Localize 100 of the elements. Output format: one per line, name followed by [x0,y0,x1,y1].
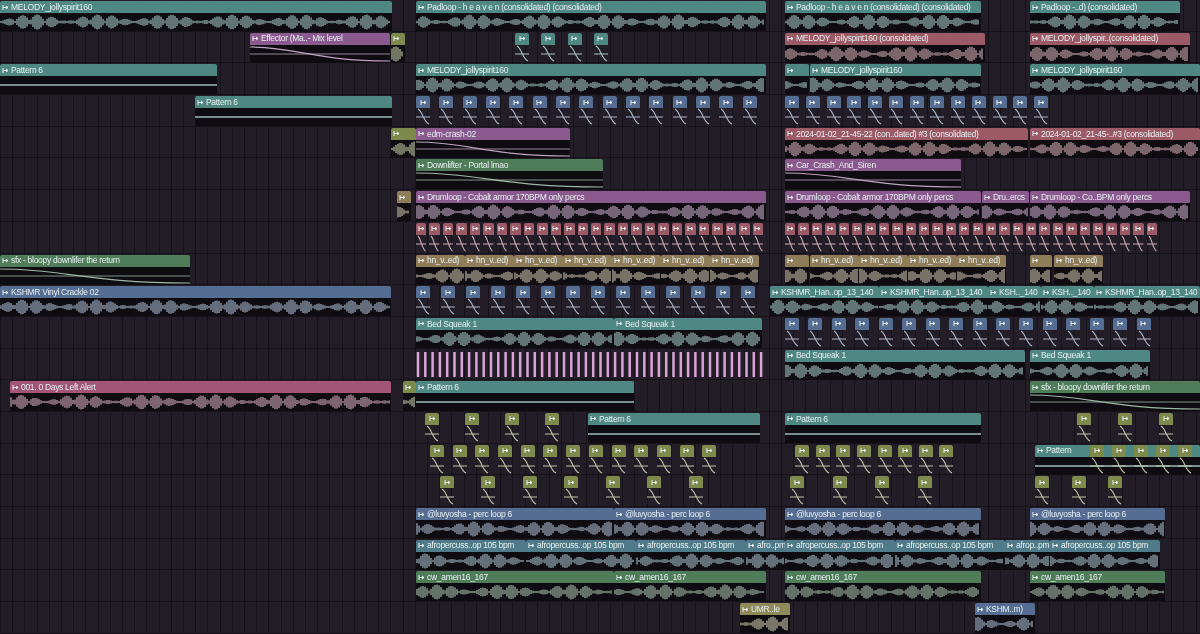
clip-label: afropercuss..op 105 bpm [796,541,884,550]
clip-header[interactable]: hn_v..ed) [710,254,759,267]
clip-header[interactable]: @luvyosha - perc loop 6 [785,508,981,520]
clip-header[interactable]: Bed Squeak 1 [785,349,1025,362]
clip-label: afropercuss..op 105 bpm [427,541,515,550]
clip-label: afropercuss..op 105 bpm [1061,541,1149,550]
clip-header[interactable]: Drumloop - Co..BPM only percs [1030,191,1190,204]
clip-header[interactable]: afropercuss..op 105 bpm [636,539,746,552]
clip-label: KSHMR_Han..op_13_140 [781,287,874,297]
clip-header[interactable]: MELODY_jollyspir..(consolidated) [1030,32,1190,45]
clip-header[interactable]: afropercuss..op 105 bpm [416,539,526,552]
clip-header[interactable]: 001. 0 Days Left Alert [10,381,391,394]
clip-header[interactable]: Padloop - h e a v e n (consolidated) (consolidated) [416,1,766,13]
clip-header[interactable]: hn_v..ed) [416,254,465,267]
clip-header[interactable]: Effector (Ma..- Mix level [250,32,390,45]
clip-header[interactable]: Bed Squeak 1 [614,317,762,330]
clip-label: Bed Squeak 1 [1041,351,1091,360]
clip-label: KSHMR_Han..op_13_140 [890,287,983,297]
clip-header[interactable]: edm-crash-02 [416,127,570,140]
clip-header[interactable]: Pattern 6 [195,96,392,109]
clip-label: cw_amen16_167 [625,573,686,582]
clip-label: afropercuss..op 105 bpm [647,541,735,550]
clip-label: hn_v..ed) [919,256,952,265]
clip-label: MELODY_jollyspirit160 (consolidated) [796,34,929,43]
clip-header[interactable]: cw_amen16_167 [614,571,766,584]
clip-label: 001. 0 Days Left Alert [21,383,96,392]
clip-header[interactable]: Drumloop - Cobalt armor 170BPM only percs [416,191,766,204]
clip-label: Bed Squeak 1 [625,319,675,329]
clip-header[interactable]: hn_v..ed) [908,254,957,267]
clip-label: Dru..ercs [993,192,1025,202]
clip-header[interactable]: 2024-01-02_21-45-22 (con..dated) #3 (consolidated) [785,127,1028,140]
clip-header[interactable]: KSH.._140 [1041,286,1094,299]
clip-header[interactable]: KSH.._140 [988,286,1041,299]
clip-header[interactable]: cw_amen16_167 [416,571,614,584]
clip-label: afropercuss..op 105 bpm [537,541,625,550]
clip-header[interactable]: hn_v..ed) [563,254,612,267]
clip-header[interactable]: @luvyosha - perc loop 6 [1030,508,1165,520]
clip-header[interactable]: afropercuss..op 105 bpm [785,539,895,552]
clip-header[interactable]: hn_v..ed) [612,254,661,267]
clip-label: hn_v..ed) [623,256,656,265]
clip-header[interactable]: Downlifter - Portal lmao [416,159,603,172]
clip-header[interactable]: sfx - bloopy downlifer the return [1030,381,1200,394]
clip-header[interactable]: MELODY_jollyspirit160 [1030,64,1200,77]
clip-label: hn_v..ed) [525,256,558,265]
clip-header[interactable]: Pattern 6 [785,412,981,425]
clip-header[interactable]: UMR..le [740,603,790,616]
clip-header[interactable]: Drumloop - Cobalt armor 170BPM only percs [785,191,981,204]
clip-header[interactable]: MELODY_jollyspirit160 (consolidated) [785,32,985,45]
clip-header[interactable]: MELODY_jollyspirit160 [0,1,392,13]
clip-header[interactable]: hn_v..ed) [1054,254,1103,267]
clip-header[interactable]: KSHMR Vinyl Crackle 02 [0,286,391,299]
clip-header[interactable]: hn_v..ed) [859,254,908,267]
clip-header[interactable]: Padloop - h e a v e n (consolidated) (consolidated) [785,1,981,13]
clip-header[interactable]: Bed Squeak 1 [416,317,614,330]
clip-header[interactable]: hn_v..ed) [514,254,563,267]
clip-header[interactable]: Pattern 6 [0,64,217,77]
clip-label: MELODY_jollyspir..(consolidated) [1041,34,1158,43]
clip-header[interactable]: hn_v..ed) [661,254,710,267]
clip-header[interactable]: KSHM..m) [975,603,1035,616]
clip-header[interactable]: afropercuss..op 105 bpm [526,539,636,552]
clip-label: Pattern 6 [599,414,631,424]
clip-label: Padloop - h e a v e n (consolidated) (consolidated) [427,2,602,12]
clip-header[interactable]: Bed Squeak 1 [1030,349,1150,362]
clip-header[interactable]: hn_v..ed) [465,254,514,267]
clip-label: KSHMR_Han..op_13_140 [1105,287,1198,297]
clip-header[interactable]: afro..pm [746,539,785,552]
clip-header[interactable]: afrop..pm [1005,539,1050,552]
clip-label: @luvyosha - perc loop 6 [427,509,512,519]
clip-label: KSH.._140 [1052,287,1091,297]
clip-header[interactable]: afropercuss..op 105 bpm [1050,539,1160,552]
clip-header[interactable]: Car_Crash_And_Siren [785,159,961,172]
clip-header[interactable]: hn_v..ed) [810,254,859,267]
clip-header[interactable]: sfx - bloopy downlifer the return [0,254,190,267]
clip-header[interactable]: KSHMR_Han..op_13_140 [879,286,988,299]
clip-header[interactable]: hn_v..ed) [957,254,1006,267]
clip-label: Downlifter - Portal lmao [427,161,509,170]
clip-label: hn_v..ed) [968,256,1001,265]
clip-label: edm-crash-02 [427,129,476,138]
clip-header[interactable]: KSHMR_Han..op_13_140 [1094,286,1200,299]
clip-header[interactable]: 2024-01-02_21-45-..#3 (consolidated) [1030,127,1200,140]
clip-header[interactable]: @luvyosha - perc loop 6 [614,508,766,520]
clip-header[interactable]: MELODY_jollyspirit160 [416,64,766,77]
clip-header[interactable]: Pattern 6 [588,412,760,425]
clip-label: afropercuss..op 105 bpm [906,541,994,550]
clip-header[interactable]: Pattern 6 [416,381,634,394]
clip-header[interactable]: MELODY_jollyspirit160 [810,64,981,77]
clip-header[interactable]: Dru..ercs [982,191,1029,204]
clip-header[interactable]: afropercuss..op 105 bpm [895,539,1005,552]
clip-label: MELODY_jollyspirit160 [427,66,509,75]
clip-header[interactable]: cw_amen16_167 [785,571,981,584]
clip-header[interactable]: Padloop -..d) (consolidated) [1030,1,1180,13]
clip-label: Padloop - h e a v e n (consolidated) (consolidated) [796,2,971,12]
clip-header[interactable]: cw_amen16_167 [1030,571,1165,584]
clip-header[interactable]: @luvyosha - perc loop 6 [416,508,614,520]
clip-label: sfx - bloopy downlifer the return [11,256,120,265]
clip-label: hn_v..ed) [1065,256,1098,265]
clip-label: MELODY_jollyspirit160 [11,2,93,12]
clip-header[interactable]: KSHMR_Han..op_13_140 [770,286,879,299]
clip-label: sfx - bloopy downlifer the return [1041,383,1150,392]
clip-label: hn_v..ed) [821,256,854,265]
